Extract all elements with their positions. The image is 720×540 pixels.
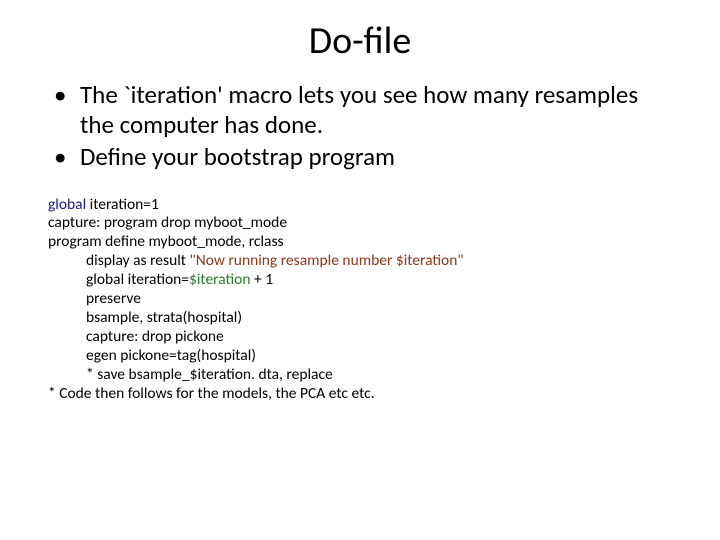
code-string: "Now running resample number $iteration": [189, 251, 463, 270]
bullet-item: The `iteration' macro lets you see how m…: [76, 80, 672, 139]
code-line: program define myboot_mode, rclass: [48, 233, 672, 252]
code-line: display as result "Now running resample …: [48, 252, 672, 271]
code-line: egen pickone=tag(hospital): [48, 347, 672, 366]
code-line: bsample, strata(hospital): [48, 309, 672, 328]
code-line: capture: drop pickone: [48, 328, 672, 347]
bullet-item: Define your bootstrap program: [76, 142, 672, 172]
code-line: * save bsample_$iteration. dta, replace: [48, 366, 672, 385]
code-text: display as result: [86, 251, 189, 270]
code-text: myboot_mode: [194, 213, 287, 232]
code-line: capture: program drop myboot_mode: [48, 214, 672, 233]
code-text: program define: [48, 232, 148, 251]
code-keyword: global: [48, 195, 86, 214]
code-text: iteration=1: [86, 195, 159, 214]
code-line: global iteration=$iteration + 1: [48, 271, 672, 290]
code-text: + 1: [250, 270, 273, 289]
code-variable: $iteration: [189, 270, 250, 289]
bullet-list: The `iteration' macro lets you see how m…: [48, 80, 672, 172]
code-line: * Code then follows for the models, the …: [48, 385, 672, 404]
code-line: global iteration=1: [48, 196, 672, 215]
page-title: Do-file: [48, 18, 672, 64]
code-text: capture: program drop: [48, 213, 194, 232]
slide: Do-file The `iteration' macro lets you s…: [0, 0, 720, 540]
code-block: global iteration=1 capture: program drop…: [48, 196, 672, 404]
code-text: myboot_mode, rclass: [148, 232, 283, 251]
code-text: global iteration=: [86, 270, 189, 289]
code-line: preserve: [48, 290, 672, 309]
